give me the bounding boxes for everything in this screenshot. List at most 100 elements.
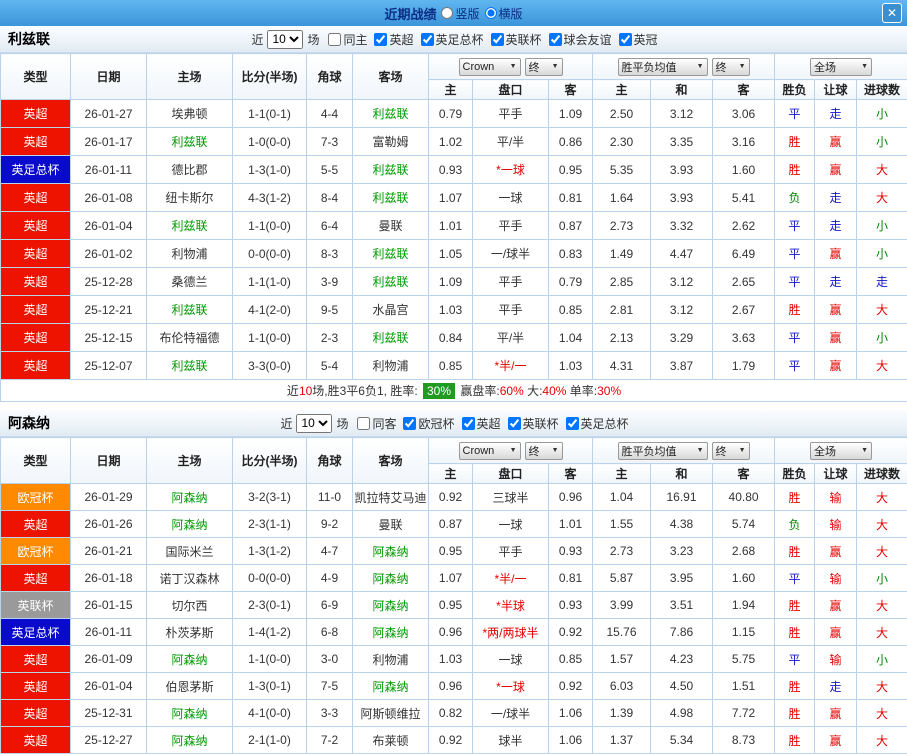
goals-result: 小: [857, 240, 907, 268]
league-filter[interactable]: 英超: [374, 31, 413, 48]
section-header-bar: 阿森纳近10场同客欧冠杯英超英联杯英足总杯: [0, 410, 907, 437]
dropdown-arrow-icon: ▼: [510, 63, 517, 70]
eu-home-odds: 2.73: [593, 538, 651, 565]
wdl-result: 胜: [775, 156, 815, 184]
goals-result: 大: [857, 538, 907, 565]
eu-final-select[interactable]: 终▼: [712, 442, 750, 460]
match-scope-select[interactable]: 全场▼: [810, 58, 872, 76]
league-filter-checkbox[interactable]: [566, 417, 579, 430]
match-date: 26-01-11: [71, 619, 147, 646]
match-scope-select[interactable]: 全场 ▼: [810, 442, 872, 460]
bookmaker-select[interactable]: Crown▼: [459, 442, 521, 460]
wdl-result: 负: [775, 511, 815, 538]
eu-final-select[interactable]: 终▼: [712, 58, 750, 76]
home-team: 阿森纳: [147, 700, 233, 727]
match-row: 英超26-01-18诺丁汉森林0-0(0-0)4-9阿森纳1.07*半/一0.8…: [1, 565, 907, 592]
away-team: 曼联: [353, 212, 429, 240]
match-row: 英超26-01-02利物浦0-0(0-0)8-3利兹联1.05一/球半0.831…: [1, 240, 907, 268]
vertical-layout-radio[interactable]: [441, 7, 453, 19]
asia-home-odds: 0.87: [429, 511, 473, 538]
same-venue-filter-checkbox[interactable]: [328, 33, 341, 46]
eu-away-odds: 2.62: [713, 212, 775, 240]
recent-count-select[interactable]: 10: [296, 414, 332, 433]
handicap-line: 球半: [473, 727, 549, 754]
league-filter-checkbox[interactable]: [508, 417, 521, 430]
handicap-line: *半/一: [473, 565, 549, 592]
league-filter[interactable]: 欧冠杯: [403, 415, 454, 432]
match-row: 英联杯26-01-15切尔西2-3(0-1)6-9阿森纳0.95*半球0.933…: [1, 592, 907, 619]
match-score: 4-1(2-0): [233, 296, 307, 324]
eu-draw-odds: 3.29: [651, 324, 713, 352]
same-venue-filter-checkbox[interactable]: [357, 417, 370, 430]
home-team: 阿森纳: [147, 511, 233, 538]
column-header-asia-home: 主: [429, 464, 473, 484]
close-icon[interactable]: ✕: [882, 3, 902, 23]
match-date: 26-01-27: [71, 100, 147, 128]
handicap-line: 平手: [473, 100, 549, 128]
handicap-line: 一球: [473, 646, 549, 673]
handicap-line: 一/球半: [473, 700, 549, 727]
eu-away-odds: 8.73: [713, 727, 775, 754]
match-score: 1-4(1-2): [233, 619, 307, 646]
league-filter[interactable]: 英联杯: [491, 31, 542, 48]
match-row: 英超26-01-04利兹联1-1(0-0)6-4曼联1.01平手0.872.73…: [1, 212, 907, 240]
summary-text: 30%: [597, 384, 621, 398]
league-filter[interactable]: 英足总杯: [421, 31, 484, 48]
match-score: 2-1(1-0): [233, 727, 307, 754]
corner-score: 5-4: [307, 352, 353, 380]
titlebar: 近期战绩 竖版 横版 ✕: [0, 0, 907, 26]
eu-average-select[interactable]: 胜平负均值▼: [618, 442, 708, 460]
asia-final-select[interactable]: 终▼: [525, 442, 563, 460]
eu-away-odds: 2.67: [713, 296, 775, 324]
league-filter[interactable]: 英冠: [619, 31, 658, 48]
corner-score: 9-5: [307, 296, 353, 324]
goals-result: 大: [857, 700, 907, 727]
recent-count-select[interactable]: 10: [267, 30, 303, 49]
league-filter[interactable]: 英联杯: [508, 415, 559, 432]
league-filter-checkbox[interactable]: [421, 33, 434, 46]
away-team: 曼联: [353, 511, 429, 538]
away-team: 利物浦: [353, 646, 429, 673]
match-row: 英超25-12-07利兹联3-3(0-0)5-4利物浦0.85*半/一1.034…: [1, 352, 907, 380]
column-header-result-goals: 进球数: [857, 464, 907, 484]
sections-container: 利兹联近10场同主英超英足总杯英联杯球会友谊英冠类型日期主场比分(半场)角球客场…: [0, 26, 907, 754]
league-filter-checkbox[interactable]: [462, 417, 475, 430]
dropdown-arrow-icon: ▼: [861, 447, 868, 454]
eu-average-select[interactable]: 胜平负均值▼: [618, 58, 708, 76]
layout-option-vertical[interactable]: 竖版: [441, 5, 479, 22]
match-date: 25-12-27: [71, 727, 147, 754]
handicap-result: 赢: [815, 700, 857, 727]
eu-draw-odds: 3.32: [651, 212, 713, 240]
corner-score: 8-4: [307, 184, 353, 212]
asia-away-odds: 0.93: [549, 592, 593, 619]
handicap-result: 输: [815, 565, 857, 592]
league-filter-checkbox[interactable]: [403, 417, 416, 430]
match-scope-select-label: 全场: [814, 443, 836, 459]
same-venue-filter[interactable]: 同主: [328, 31, 367, 48]
match-score: 1-1(0-0): [233, 324, 307, 352]
layout-option-horizontal[interactable]: 横版: [485, 5, 523, 22]
corner-score: 7-5: [307, 673, 353, 700]
handicap-line: *两/两球半: [473, 619, 549, 646]
bookmaker-select[interactable]: Crown▼: [459, 58, 521, 76]
eu-home-odds: 1.57: [593, 646, 651, 673]
league-filter[interactable]: 球会友谊: [549, 31, 612, 48]
wdl-result: 胜: [775, 592, 815, 619]
league-filter-checkbox[interactable]: [491, 33, 504, 46]
goals-result: 大: [857, 156, 907, 184]
corner-score: 3-9: [307, 268, 353, 296]
league-filter[interactable]: 英超: [462, 415, 501, 432]
league-filter[interactable]: 英足总杯: [566, 415, 629, 432]
column-header-eu-home: 主: [593, 464, 651, 484]
same-venue-filter[interactable]: 同客: [357, 415, 396, 432]
section-header-bar: 利兹联近10场同主英超英足总杯英联杯球会友谊英冠: [0, 26, 907, 53]
eu-home-odds: 6.03: [593, 673, 651, 700]
asia-final-select[interactable]: 终▼: [525, 58, 563, 76]
horizontal-layout-radio[interactable]: [485, 7, 497, 19]
league-filter-checkbox[interactable]: [619, 33, 632, 46]
handicap-result: 赢: [815, 538, 857, 565]
league-filter-checkbox[interactable]: [374, 33, 387, 46]
asia-away-odds: 0.92: [549, 673, 593, 700]
league-filter-checkbox[interactable]: [549, 33, 562, 46]
handicap-line: *半球: [473, 592, 549, 619]
